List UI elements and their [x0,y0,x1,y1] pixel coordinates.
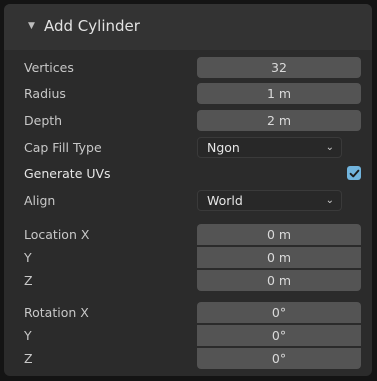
chevron-down-icon: ⌄ [325,142,334,153]
rotation-z-field[interactable]: 0° [197,348,361,369]
row-cap-fill-type: Cap Fill Type Ngon ⌄ [4,136,372,159]
generate-uvs-label: Generate UVs [24,166,111,181]
location-y-label: Y [24,250,32,265]
align-value: World [207,193,243,208]
location-y-field[interactable]: 0 m [197,247,361,268]
radius-label: Radius [24,86,66,101]
location-z-field[interactable]: 0 m [197,270,361,291]
row-vertices: Vertices 32 [4,56,372,79]
location-z-label: Z [24,273,33,288]
vertices-field[interactable]: 32 [197,57,361,78]
chevron-down-icon: ⌄ [325,195,334,206]
row-align: Align World ⌄ [4,189,372,212]
align-label: Align [24,193,56,208]
vertices-label: Vertices [24,60,74,75]
panel-title: Add Cylinder [44,17,140,35]
row-rotation-z: Z 0° [4,347,372,370]
cap-fill-type-value: Ngon [207,140,240,155]
row-location-z: Z 0 m [4,269,372,292]
rotation-y-field[interactable]: 0° [197,325,361,346]
generate-uvs-checkbox[interactable] [347,166,361,180]
rotation-y-label: Y [24,328,32,343]
rotation-x-label: Rotation X [24,305,89,320]
location-x-field[interactable]: 0 m [197,224,361,245]
add-cylinder-panel: ▼ Add Cylinder Vertices 32 Radius 1 m De… [4,4,372,376]
collapse-arrow-icon[interactable]: ▼ [28,21,35,31]
align-dropdown[interactable]: World ⌄ [197,190,342,211]
row-location-y: Y 0 m [4,246,372,269]
checkmark-icon [349,169,359,177]
rotation-z-label: Z [24,351,33,366]
row-depth: Depth 2 m [4,109,372,132]
rotation-x-field[interactable]: 0° [197,302,361,323]
row-generate-uvs: Generate UVs [4,162,372,185]
panel-header[interactable]: ▼ Add Cylinder [4,4,372,50]
depth-label: Depth [24,113,63,128]
row-radius: Radius 1 m [4,82,372,105]
cap-fill-type-label: Cap Fill Type [24,140,102,155]
cap-fill-type-dropdown[interactable]: Ngon ⌄ [197,137,342,158]
radius-field[interactable]: 1 m [197,83,361,104]
location-x-label: Location X [24,227,90,242]
row-rotation-y: Y 0° [4,324,372,347]
row-rotation-x: Rotation X 0° [4,301,372,324]
row-location-x: Location X 0 m [4,223,372,246]
depth-field[interactable]: 2 m [197,110,361,131]
